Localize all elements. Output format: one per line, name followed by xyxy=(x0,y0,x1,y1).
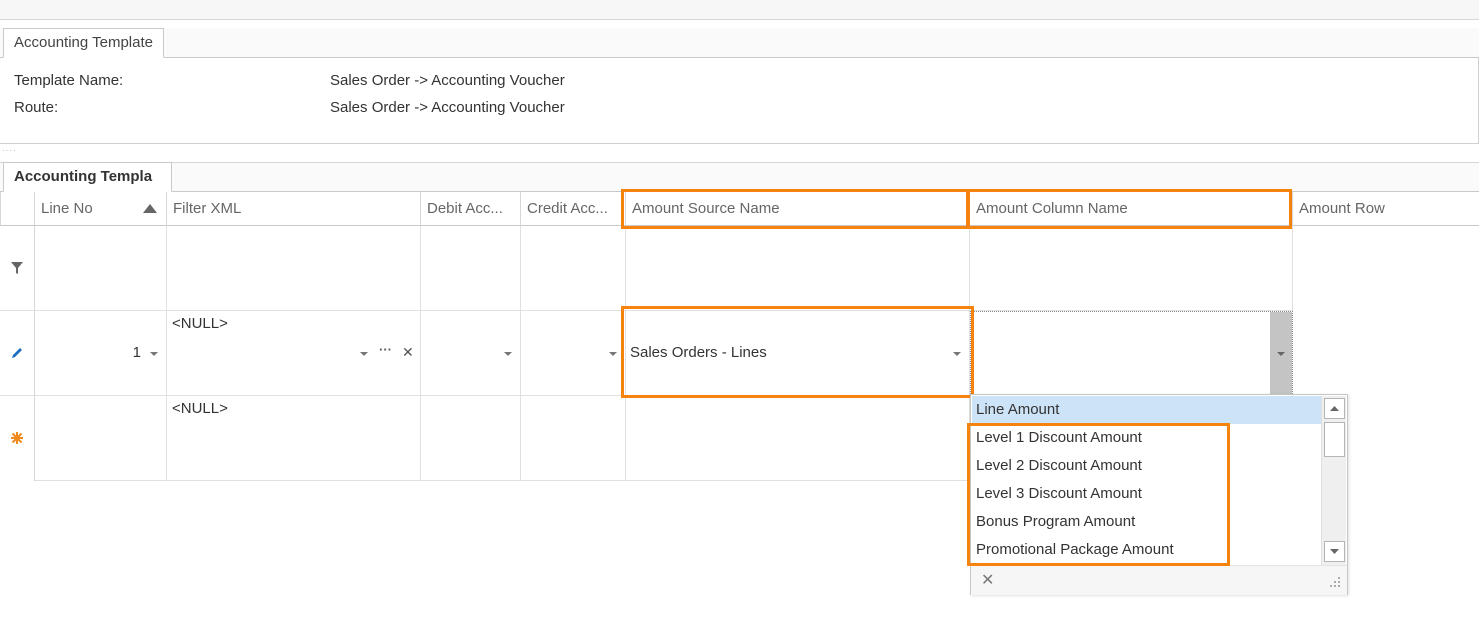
column-header-amount-column-name[interactable]: Amount Column Name xyxy=(970,192,1293,226)
template-name-label: Template Name: xyxy=(14,72,124,89)
scroll-down-button[interactable] xyxy=(1324,541,1345,562)
column-header-amount-row-label: Amount Row xyxy=(1299,200,1385,217)
scroll-up-button[interactable] xyxy=(1324,398,1345,419)
amount-column-dropdown-list: Line Amount Level 1 Discount Amount Leve… xyxy=(970,394,1348,595)
chevron-up-icon xyxy=(1330,406,1339,411)
filter-cell-credit-account[interactable] xyxy=(521,226,626,311)
column-header-debit-account[interactable]: Debit Acc... xyxy=(421,192,521,226)
template-tabstrip: Accounting Template xyxy=(0,28,1479,58)
filter-cell-amount-column-name[interactable] xyxy=(970,226,1293,311)
dropdown-scrollbar[interactable] xyxy=(1321,396,1346,565)
line-no-value: 1 xyxy=(132,344,141,361)
cell-line-no[interactable]: 1 xyxy=(35,311,167,396)
template-name-value: Sales Order -> Accounting Voucher xyxy=(330,72,565,89)
dropdown-item-level-2-discount[interactable]: Level 2 Discount Amount xyxy=(972,452,1321,480)
new-cell-line-no[interactable] xyxy=(35,396,167,481)
asterisk-icon xyxy=(11,432,23,444)
column-header-amount-row[interactable]: Amount Row xyxy=(1293,192,1479,226)
dropdown-item-bonus-program[interactable]: Bonus Program Amount xyxy=(972,508,1321,536)
grid-tabstrip: Accounting Templa xyxy=(0,162,1479,192)
cell-amount-row[interactable] xyxy=(1293,311,1479,396)
sort-ascending-icon xyxy=(143,204,157,213)
tab-accounting-template[interactable]: Accounting Template xyxy=(3,28,164,58)
cell-debit-account[interactable] xyxy=(421,311,521,396)
cell-amount-source-name[interactable]: Sales Orders - Lines xyxy=(626,311,970,396)
column-header-amount-source-name-label: Amount Source Name xyxy=(632,200,780,217)
scroll-thumb[interactable] xyxy=(1324,422,1345,457)
new-cell-filter-xml[interactable]: <NULL> xyxy=(167,396,421,481)
chevron-down-icon xyxy=(1277,352,1285,356)
column-header-amount-source-name[interactable]: Amount Source Name xyxy=(626,192,970,226)
dropdown-item-line-amount[interactable]: Line Amount xyxy=(972,396,1321,424)
filter-cell-line-no[interactable] xyxy=(35,226,167,311)
cell-amount-column-name-editor[interactable] xyxy=(970,311,1293,396)
panel-splitter[interactable]: ···· xyxy=(0,146,1479,155)
column-header-line-no-label: Line No xyxy=(41,200,93,217)
edit-row-indicator xyxy=(0,311,35,396)
filter-cell-debit-account[interactable] xyxy=(421,226,521,311)
credit-account-dropdown-icon[interactable] xyxy=(609,352,617,356)
clear-icon[interactable]: ✕ xyxy=(402,344,414,361)
dropdown-item-promotional-package[interactable]: Promotional Package Amount xyxy=(972,536,1321,564)
line-no-dropdown-icon[interactable] xyxy=(150,352,158,356)
filter-icon[interactable] xyxy=(11,262,23,274)
chevron-down-icon xyxy=(1330,549,1339,554)
cell-credit-account[interactable] xyxy=(521,311,626,396)
resize-grip-icon[interactable] xyxy=(1329,576,1341,588)
tab-accounting-template-lines[interactable]: Accounting Templa xyxy=(3,162,172,192)
column-header-filter-xml[interactable]: Filter XML xyxy=(167,192,421,226)
ellipsis-button[interactable]: ··· xyxy=(379,342,392,357)
amount-source-name-value: Sales Orders - Lines xyxy=(630,344,767,361)
dropdown-item-level-3-discount[interactable]: Level 3 Discount Amount xyxy=(972,480,1321,508)
filter-row-indicator xyxy=(0,226,35,311)
row-indicator-header xyxy=(0,192,35,226)
filter-cell-amount-source-name[interactable] xyxy=(626,226,970,311)
route-label: Route: xyxy=(14,99,59,116)
new-row-indicator xyxy=(0,396,35,481)
column-header-amount-column-name-label: Amount Column Name xyxy=(976,200,1128,217)
amount-column-dropdown-button[interactable] xyxy=(1270,312,1292,395)
new-cell-credit-account[interactable] xyxy=(521,396,626,481)
clear-selection-icon[interactable]: ✕ xyxy=(981,570,994,590)
new-cell-amount-source-name[interactable] xyxy=(626,396,970,481)
route-value: Sales Order -> Accounting Voucher xyxy=(330,99,565,116)
column-header-line-no[interactable]: Line No xyxy=(35,192,167,226)
filter-cell-filter-xml[interactable] xyxy=(167,226,421,311)
column-header-debit-account-label: Debit Acc... xyxy=(427,200,503,217)
column-header-credit-account-label: Credit Acc... xyxy=(527,200,608,217)
splitter-grip-icon: ···· xyxy=(2,146,17,155)
new-filter-xml-value: <NULL> xyxy=(172,400,228,417)
filter-xml-dropdown-icon[interactable] xyxy=(360,352,368,356)
cell-filter-xml[interactable]: <NULL> ··· ✕ xyxy=(167,311,421,396)
top-toolbar-strip xyxy=(0,0,1479,20)
column-header-filter-xml-label: Filter XML xyxy=(173,200,242,217)
pencil-icon xyxy=(12,348,22,358)
dropdown-item-level-1-discount[interactable]: Level 1 Discount Amount xyxy=(972,424,1321,452)
filter-cell-amount-row[interactable] xyxy=(1293,226,1479,311)
amount-source-dropdown-icon[interactable] xyxy=(953,352,961,356)
column-header-credit-account[interactable]: Credit Acc... xyxy=(521,192,626,226)
filter-xml-value: <NULL> xyxy=(172,315,228,332)
template-details-panel: Template Name: Sales Order -> Accounting… xyxy=(0,58,1479,144)
dropdown-footer: ✕ xyxy=(971,565,1347,595)
new-cell-debit-account[interactable] xyxy=(421,396,521,481)
debit-account-dropdown-icon[interactable] xyxy=(504,352,512,356)
